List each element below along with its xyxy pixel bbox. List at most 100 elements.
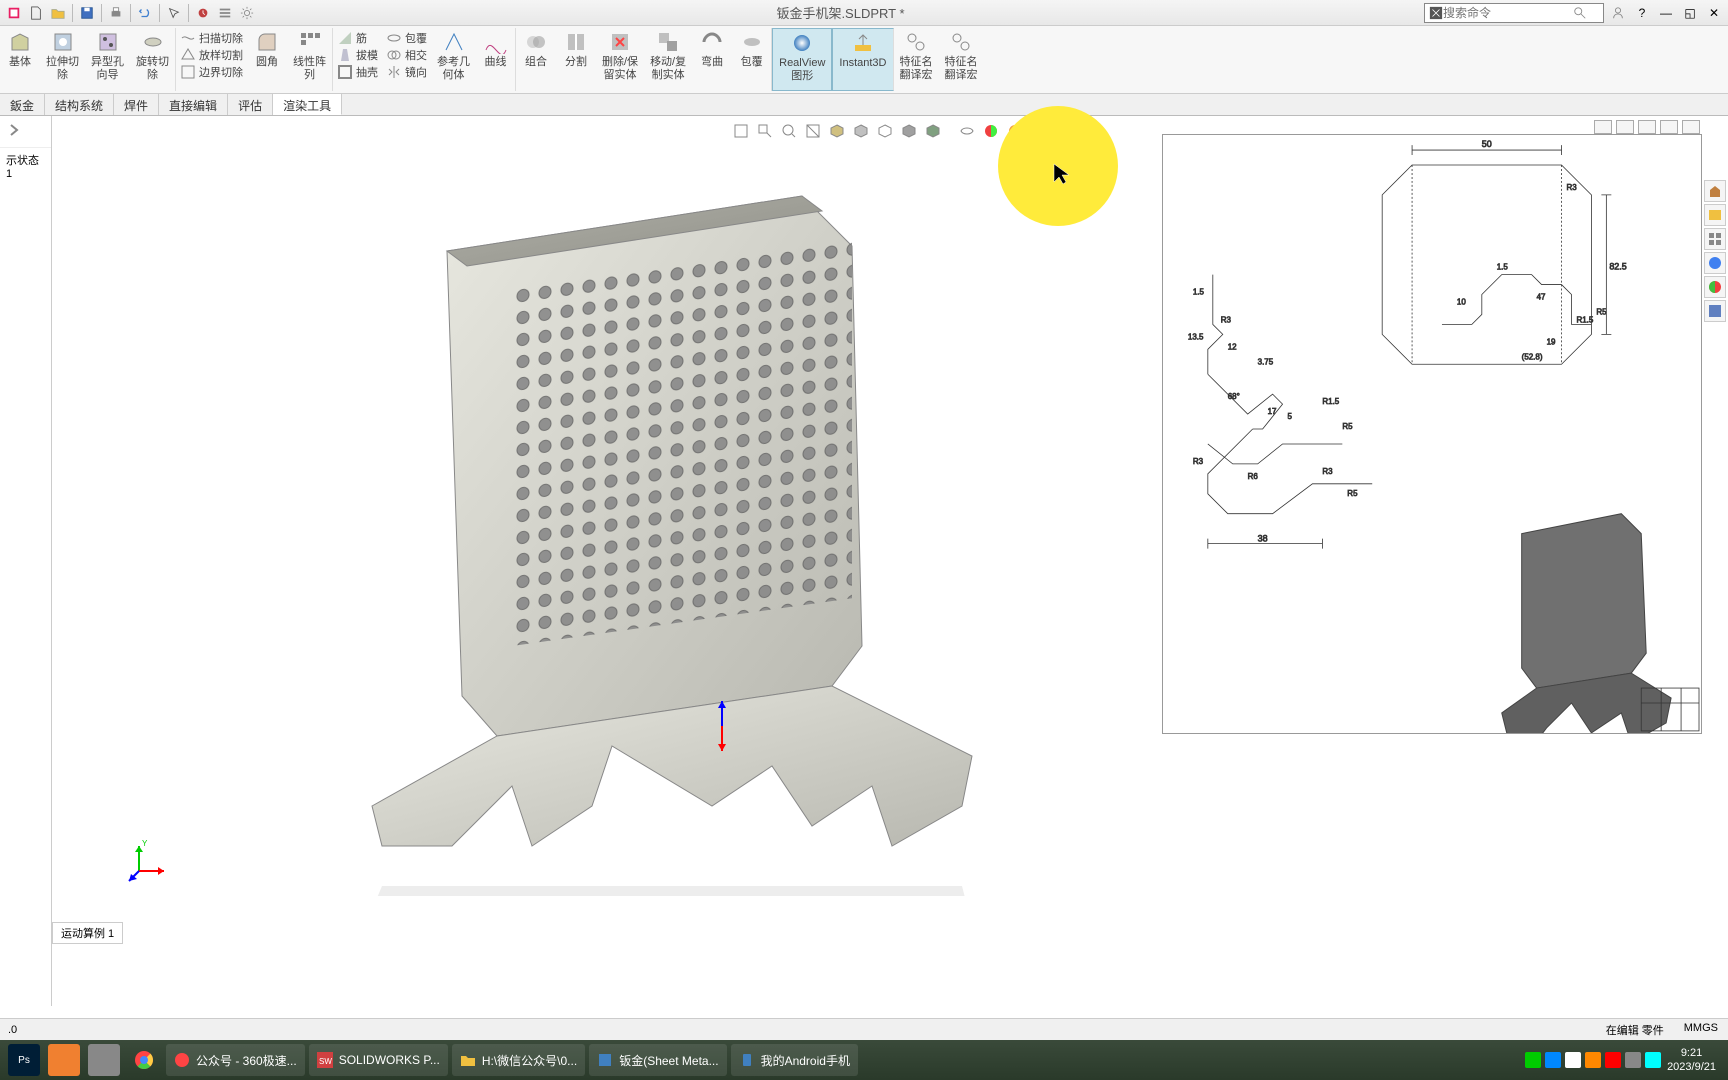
tray-icon[interactable]: [1605, 1052, 1621, 1068]
search-box[interactable]: [1424, 3, 1604, 23]
options-icon[interactable]: [215, 3, 235, 23]
undo-icon[interactable]: [135, 3, 155, 23]
ribbon-split[interactable]: 分割: [556, 28, 596, 91]
minimize-icon[interactable]: —: [1656, 3, 1676, 23]
appearance-icon[interactable]: [980, 120, 1002, 142]
system-tray[interactable]: 9:21 2023/9/21: [1525, 1046, 1724, 1074]
feature-tree-panel[interactable]: 示状态 1: [0, 116, 52, 1006]
view-settings-icon[interactable]: [1028, 120, 1050, 142]
ribbon-curves[interactable]: 曲线: [476, 28, 516, 91]
ribbon-linear-pattern[interactable]: 线性阵 列: [287, 28, 333, 91]
magnify-icon[interactable]: [1573, 6, 1587, 20]
edit-appearance-icon[interactable]: [898, 120, 920, 142]
vp-minimize-icon[interactable]: [1638, 120, 1656, 134]
tray-icon[interactable]: [1565, 1052, 1581, 1068]
restore-icon[interactable]: ◱: [1680, 3, 1700, 23]
triad-icon[interactable]: Y: [124, 836, 174, 886]
previous-view-icon[interactable]: [778, 120, 800, 142]
ribbon-fillet[interactable]: 圆角: [247, 28, 287, 91]
search-input[interactable]: [1443, 6, 1573, 20]
graphics-viewport[interactable]: SolidWorks研习社: [52, 116, 1728, 1006]
settings-icon[interactable]: [237, 3, 257, 23]
custom-props-icon[interactable]: [1704, 300, 1726, 322]
ribbon-instant3d[interactable]: Instant3D: [832, 28, 893, 91]
design-library-icon[interactable]: [1704, 204, 1726, 226]
ribbon-rib[interactable]: 筋: [337, 30, 378, 46]
vp-link-icon[interactable]: [1594, 120, 1612, 134]
taskbar-app-android[interactable]: 我的Android手机: [731, 1044, 858, 1076]
status-units[interactable]: MMGS: [1684, 1022, 1718, 1038]
hide-show-icon[interactable]: [874, 120, 896, 142]
tab-weldment[interactable]: 焊件: [114, 94, 159, 115]
open-icon[interactable]: [48, 3, 68, 23]
logo-icon[interactable]: [4, 3, 24, 23]
ribbon-mirror[interactable]: 镜向: [386, 64, 427, 80]
ribbon-intersect[interactable]: 相交: [386, 47, 427, 63]
apply-scene-icon[interactable]: [922, 120, 944, 142]
section-view-icon[interactable]: [802, 120, 824, 142]
ribbon-wrap2[interactable]: 包覆: [732, 28, 772, 91]
ribbon-sweep-cut[interactable]: 扫描切除: [180, 30, 243, 46]
tab-structure[interactable]: 结构系统: [45, 94, 114, 115]
ribbon-extrude-cut[interactable]: 拉伸切 除: [40, 28, 85, 91]
ribbon-wrap[interactable]: 包覆: [386, 30, 427, 46]
ribbon-ref-geom[interactable]: 参考几 何体: [431, 28, 476, 91]
zoom-fit-icon[interactable]: [730, 120, 752, 142]
tab-sheetmetal[interactable]: 鈑金: [0, 94, 45, 115]
select-icon[interactable]: [164, 3, 184, 23]
ribbon-flex[interactable]: 弯曲: [692, 28, 732, 91]
resources-icon[interactable]: [1704, 180, 1726, 202]
tray-icon[interactable]: [1525, 1052, 1541, 1068]
taskbar-chrome-icon[interactable]: [128, 1044, 160, 1076]
tab-render[interactable]: 渲染工具: [273, 94, 342, 115]
tray-icon[interactable]: [1545, 1052, 1561, 1068]
help-icon[interactable]: ?: [1632, 3, 1652, 23]
ribbon-translate2[interactable]: 特征名 翻译宏: [939, 28, 984, 91]
view-palette-icon[interactable]: [1704, 252, 1726, 274]
tray-icon[interactable]: [1645, 1052, 1661, 1068]
appearances-icon[interactable]: [1704, 276, 1726, 298]
ribbon-loft-cut[interactable]: 放样切割: [180, 47, 243, 63]
ribbon-move-copy[interactable]: 移动/复 制实体: [644, 28, 692, 91]
ribbon-realview[interactable]: RealView 图形: [772, 28, 832, 91]
taskbar-app1-icon[interactable]: [48, 1044, 80, 1076]
tab-direct-edit[interactable]: 直接编辑: [159, 94, 228, 115]
print-icon[interactable]: [106, 3, 126, 23]
taskbar-app-sheetmetal[interactable]: 钣金(Sheet Meta...: [589, 1044, 726, 1076]
ribbon-delete-body[interactable]: 删除/保 留实体: [596, 28, 644, 91]
close-icon[interactable]: ✕: [1704, 3, 1724, 23]
vp-maximize-icon[interactable]: [1660, 120, 1678, 134]
display-state[interactable]: 示状态 1: [0, 148, 51, 184]
tray-icon[interactable]: [1625, 1052, 1641, 1068]
ribbon-combine[interactable]: 组合: [516, 28, 556, 91]
file-explorer-icon[interactable]: [1704, 228, 1726, 250]
taskbar-app-folder[interactable]: H:\微信公众号\0...: [452, 1044, 585, 1076]
taskbar-app-browser[interactable]: 公众号 - 360极速...: [166, 1044, 305, 1076]
ribbon-revolve-cut[interactable]: 旋转切 除: [130, 28, 176, 91]
taskbar-app-solidworks[interactable]: SWSOLIDWORKS P...: [309, 1044, 448, 1076]
vp-close-icon[interactable]: [1682, 120, 1700, 134]
ribbon-shell[interactable]: 抽壳: [337, 64, 378, 80]
tab-evaluate[interactable]: 评估: [228, 94, 273, 115]
ribbon-hole-wizard[interactable]: 异型孔 向导: [85, 28, 130, 91]
new-icon[interactable]: [26, 3, 46, 23]
vp-split-icon[interactable]: [1616, 120, 1634, 134]
hide-all-icon[interactable]: [956, 120, 978, 142]
clock[interactable]: 9:21 2023/9/21: [1667, 1046, 1716, 1074]
user-icon[interactable]: [1608, 3, 1628, 23]
taskbar-photoshop-icon[interactable]: Ps: [8, 1044, 40, 1076]
chevron-right-icon[interactable]: [6, 122, 22, 138]
rebuild-icon[interactable]: [193, 3, 213, 23]
display-style-icon[interactable]: [850, 120, 872, 142]
taskbar-app2-icon[interactable]: [88, 1044, 120, 1076]
ribbon-base[interactable]: 基体: [0, 28, 40, 91]
scene-icon[interactable]: [1004, 120, 1026, 142]
ribbon-draft[interactable]: 拔模: [337, 47, 378, 63]
view-orientation-icon[interactable]: [826, 120, 848, 142]
ribbon-boundary-cut[interactable]: 边界切除: [180, 64, 243, 80]
save-icon[interactable]: [77, 3, 97, 23]
motion-tab[interactable]: 运动算例 1: [52, 922, 123, 944]
ribbon-translate1[interactable]: 特征名 翻译宏: [894, 28, 939, 91]
tray-icon[interactable]: [1585, 1052, 1601, 1068]
zoom-area-icon[interactable]: [754, 120, 776, 142]
